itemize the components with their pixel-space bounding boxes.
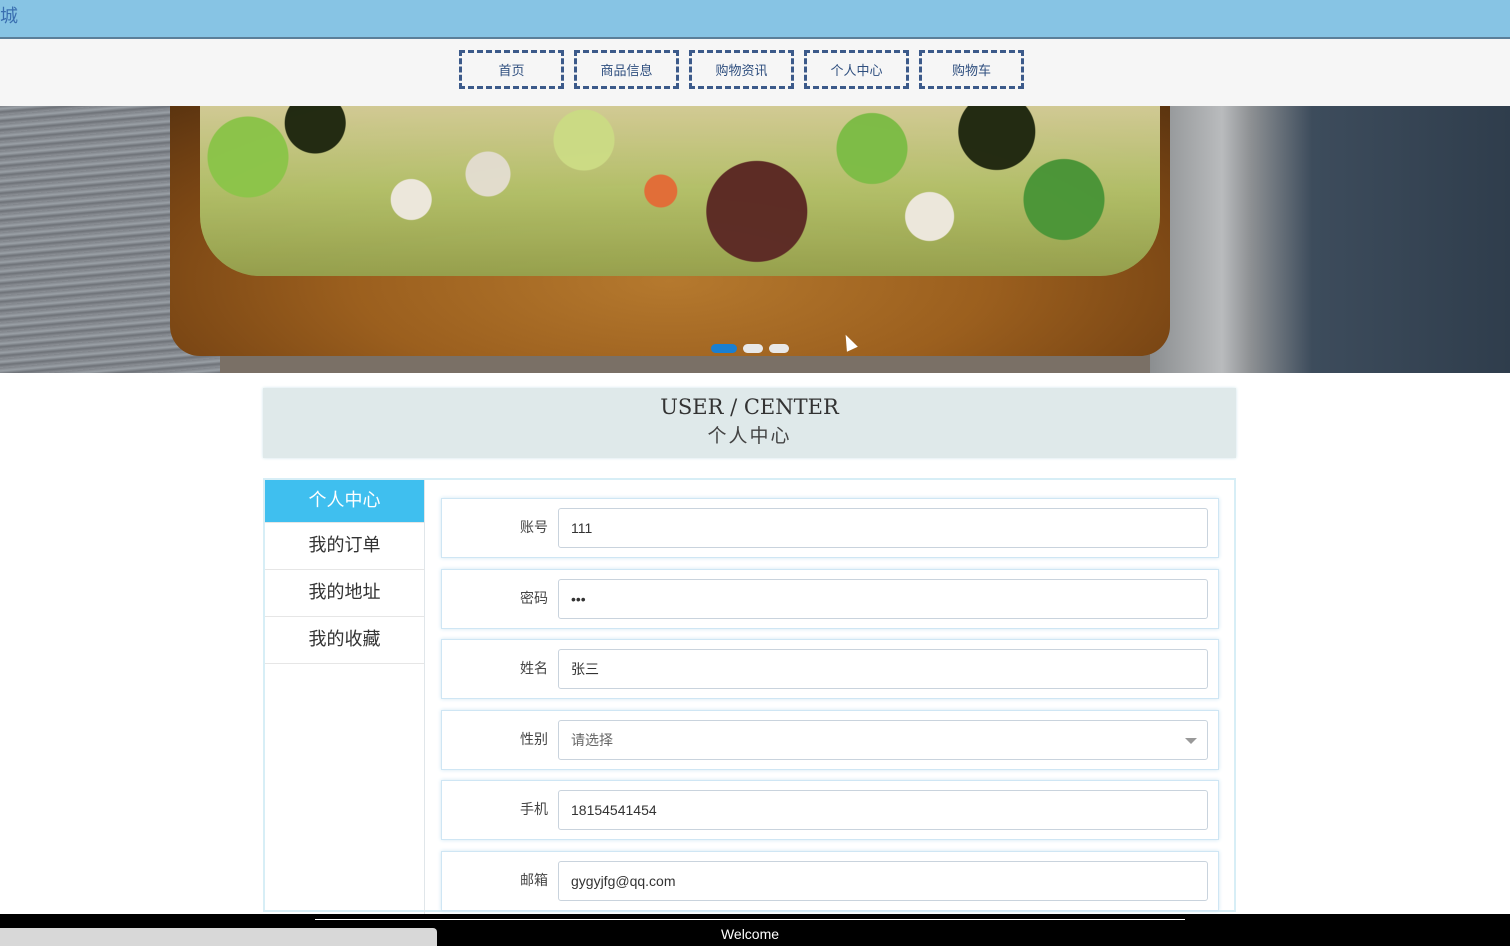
gender-select[interactable]: 请选择	[558, 720, 1208, 760]
section-title-en: USER / CENTER	[660, 395, 839, 419]
bottom-bar: Welcome	[0, 914, 1510, 946]
sidebar: 个人中心 我的订单 我的地址 我的收藏	[265, 480, 425, 914]
form-row-email: 邮箱 gygyjfg@qq.com	[441, 851, 1219, 911]
gender-label: 性别	[520, 732, 548, 748]
carousel-dot-2[interactable]	[743, 344, 763, 353]
nav-home[interactable]: 首页	[459, 50, 564, 89]
site-title: 城	[0, 6, 18, 27]
email-label: 邮箱	[520, 873, 548, 889]
banner-food-toppings	[200, 106, 1160, 276]
account-label: 账号	[520, 520, 548, 536]
name-input[interactable]: 张三	[558, 649, 1208, 689]
top-header: 城	[0, 0, 1510, 39]
section-title: USER / CENTER 个人中心	[263, 388, 1236, 458]
carousel-dot-1[interactable]	[711, 344, 737, 353]
name-label: 姓名	[520, 661, 548, 677]
sidebar-item-user-center[interactable]: 个人中心	[265, 480, 424, 523]
nav-menu: 首页 商品信息 购物资讯 个人中心 购物车	[459, 50, 1024, 89]
password-label: 密码	[520, 591, 548, 607]
password-input[interactable]: •••	[558, 579, 1208, 619]
banner-background-right	[1150, 106, 1510, 373]
carousel-indicators	[711, 344, 789, 353]
nav-products[interactable]: 商品信息	[574, 50, 679, 89]
form-row-phone: 手机 18154541454	[441, 780, 1219, 840]
sidebar-item-favorites[interactable]: 我的收藏	[265, 617, 424, 664]
form-row-password: 密码 •••	[441, 569, 1219, 629]
account-input[interactable]: 111	[558, 508, 1208, 548]
banner-carousel[interactable]	[0, 106, 1510, 373]
nav-user-center[interactable]: 个人中心	[804, 50, 909, 89]
welcome-text: Welcome	[720, 926, 780, 942]
section-title-cn: 个人中心	[707, 425, 792, 447]
carousel-dot-3[interactable]	[769, 344, 789, 353]
sidebar-item-addresses[interactable]: 我的地址	[265, 570, 424, 617]
phone-input[interactable]: 18154541454	[558, 790, 1208, 830]
nav-news[interactable]: 购物资讯	[689, 50, 794, 89]
form-row-name: 姓名 张三	[441, 639, 1219, 699]
form-row-account: 账号 111	[441, 498, 1219, 558]
phone-label: 手机	[520, 802, 548, 818]
bottom-divider	[315, 919, 1185, 920]
nav-cart[interactable]: 购物车	[919, 50, 1024, 89]
gender-select-placeholder: 请选择	[571, 732, 613, 748]
sidebar-item-orders[interactable]: 我的订单	[265, 523, 424, 570]
email-input[interactable]: gygyjfg@qq.com	[558, 861, 1208, 901]
chevron-down-icon	[1185, 738, 1197, 744]
user-center-panel: 个人中心 我的订单 我的地址 我的收藏 账号 111 密码 ••• 姓名 张三 …	[263, 478, 1236, 914]
nav-bar: 首页 商品信息 购物资讯 个人中心 购物车	[0, 39, 1510, 106]
form-row-gender: 性别 请选择	[441, 710, 1219, 770]
